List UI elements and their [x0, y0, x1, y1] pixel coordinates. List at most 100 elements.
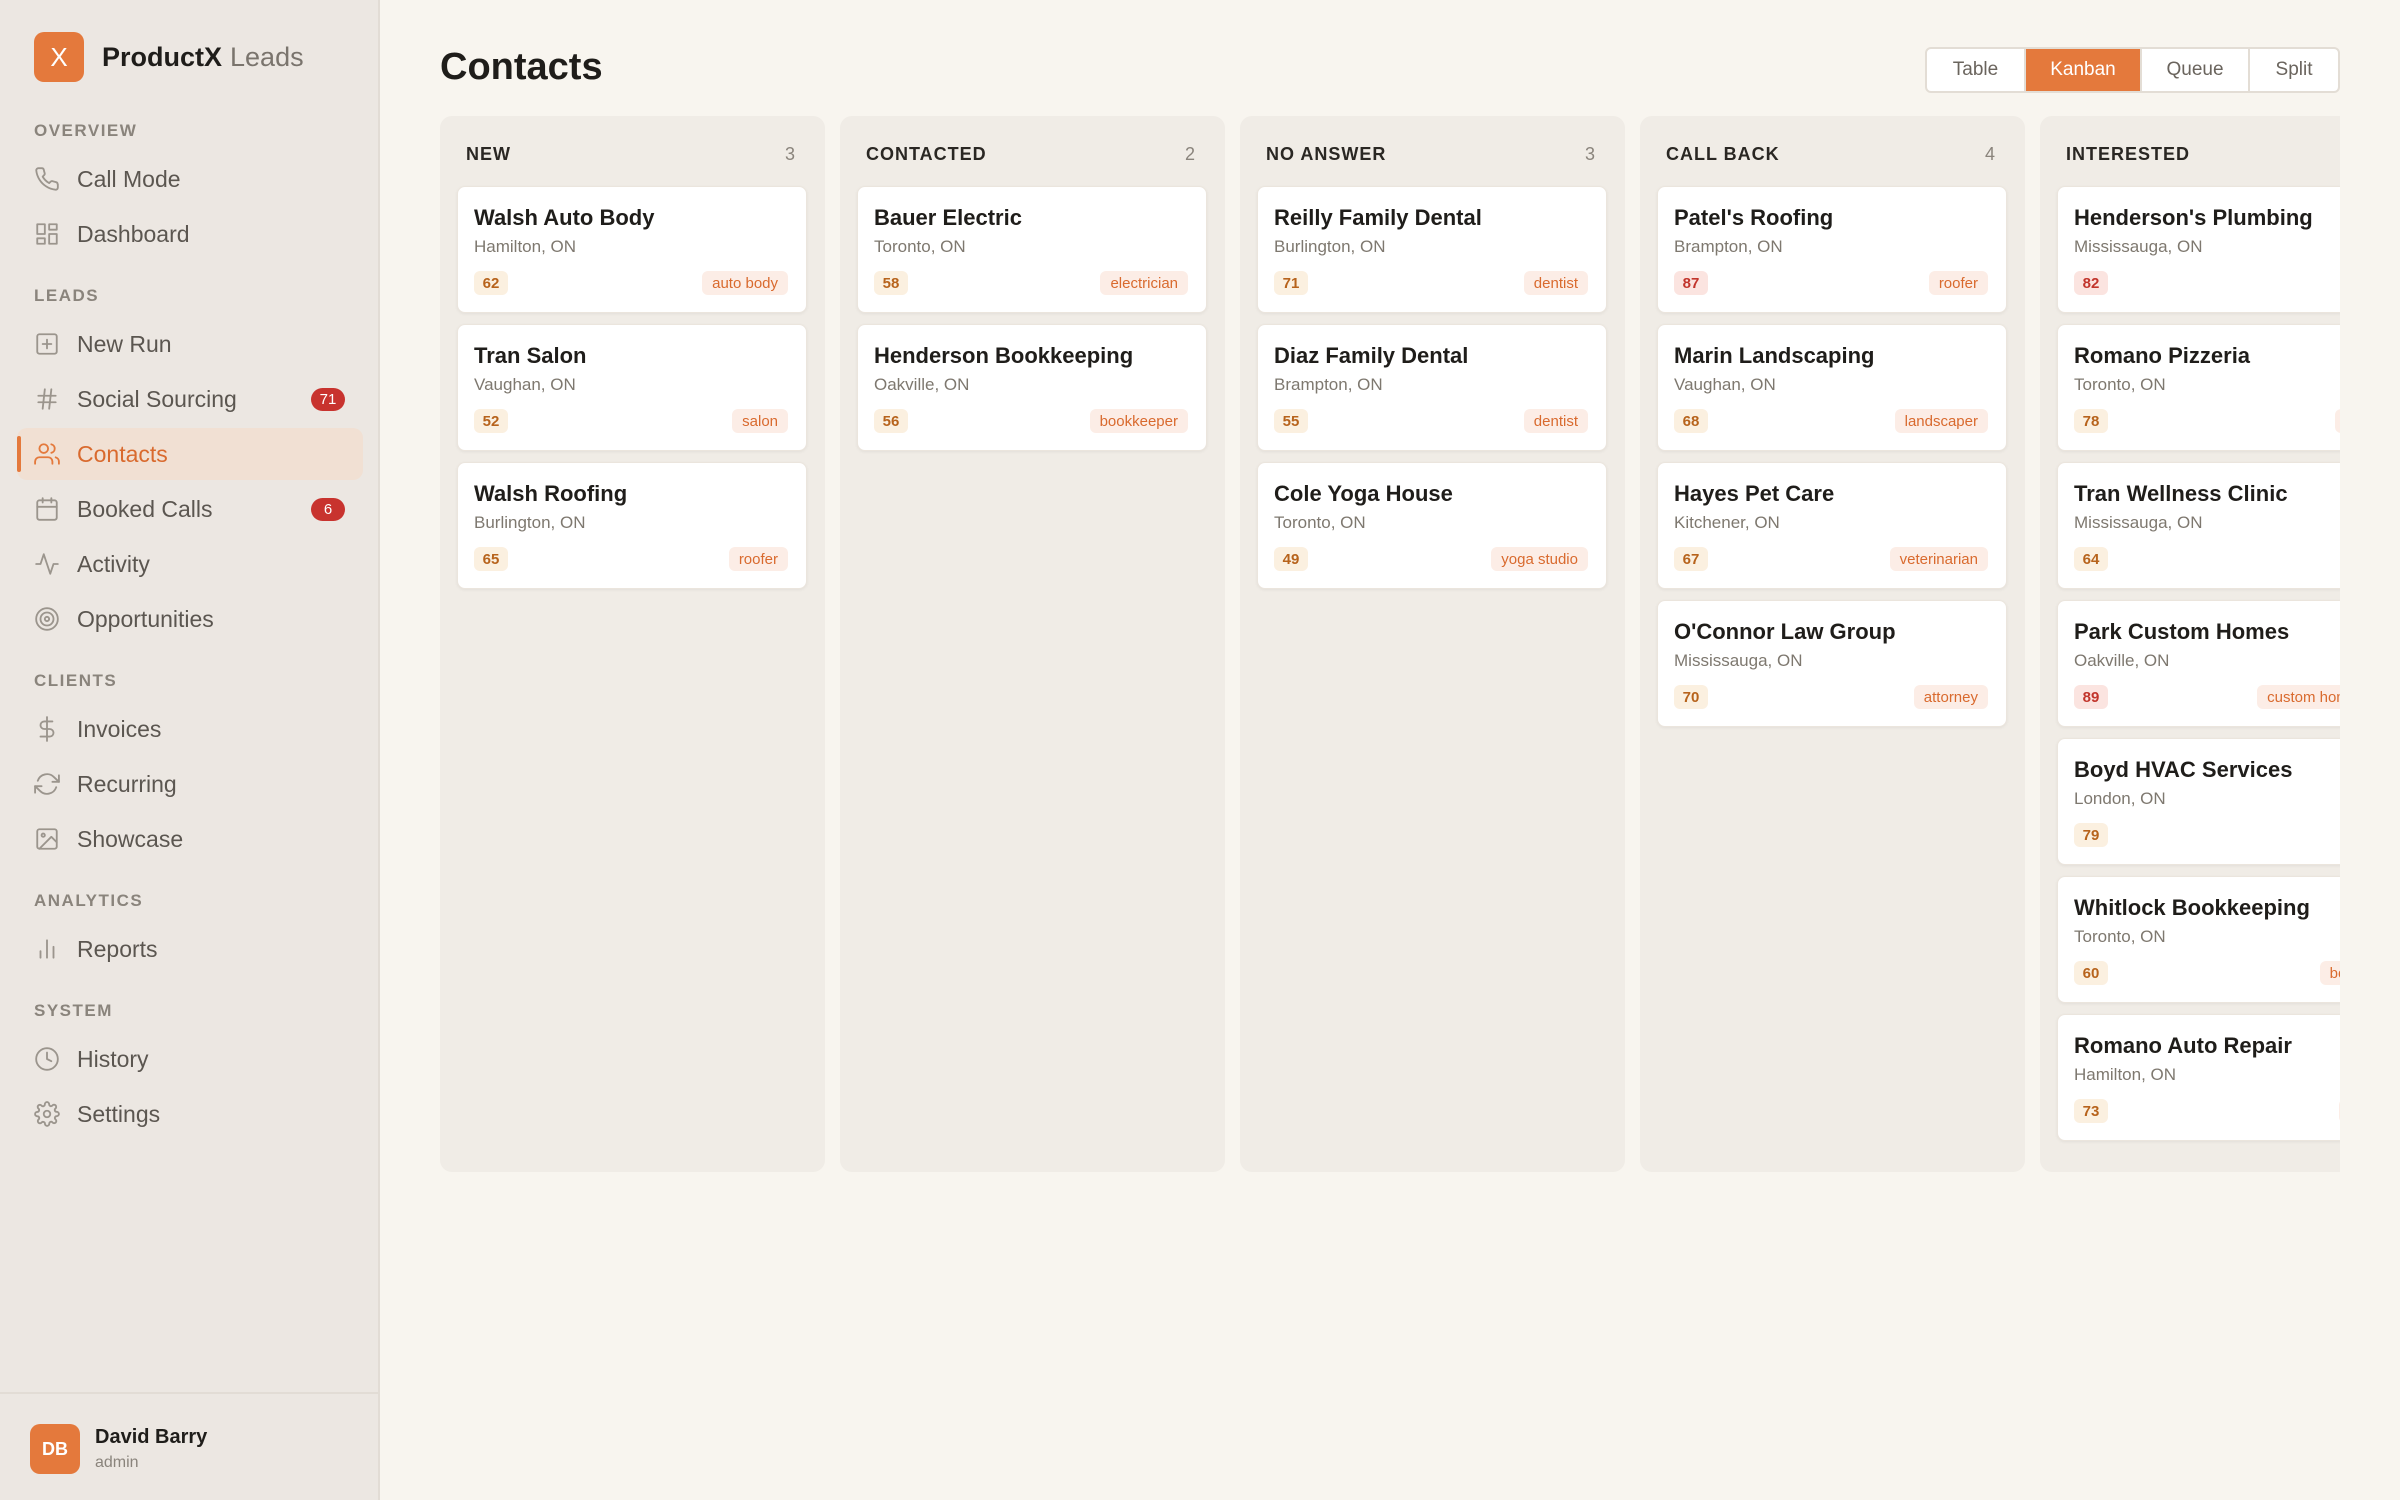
- lead-card[interactable]: Marin Landscaping Vaughan, ON 68 landscaper: [1657, 324, 2007, 451]
- lead-name: Walsh Auto Body: [474, 205, 655, 230]
- refresh-icon: [34, 771, 60, 797]
- lead-name: Diaz Family Dental: [1274, 343, 1469, 368]
- brand[interactable]: X ProductX Leads: [34, 32, 304, 82]
- logo-icon: X: [34, 32, 84, 82]
- kanban-column-new: NEW 3 Walsh Auto Body Hamilton, ON 62 auto bo…: [440, 116, 825, 1172]
- lead-card[interactable]: Park Custom Homes Oakville, ON 89 custom ho…: [2057, 600, 2340, 727]
- page-title: Contacts: [440, 46, 603, 88]
- sidebar-item-label: Contacts: [77, 440, 168, 467]
- sidebar-item-showcase[interactable]: Showcase: [17, 813, 363, 865]
- sidebar-item-recurring[interactable]: Recurring: [17, 758, 363, 810]
- kanban-column-contacted: CONTACTED 2 Bauer Electric Toronto, ON 58 ele…: [840, 116, 1225, 1172]
- phone-icon: [34, 166, 60, 192]
- lead-card[interactable]: Romano Auto Repair Hamilton, ON 73 auto: [2057, 1014, 2340, 1141]
- lead-card[interactable]: Reilly Family Dental Burlington, ON 71 dent…: [1257, 186, 1607, 313]
- lead-card[interactable]: Romano Pizzeria Toronto, ON 78 resta: [2057, 324, 2340, 451]
- sidebar-item-settings[interactable]: Settings: [17, 1088, 363, 1140]
- sidebar-item-label: Invoices: [77, 715, 162, 742]
- lead-category-tag: electrician: [1100, 271, 1188, 295]
- sidebar-item-contacts[interactable]: Contacts: [17, 428, 363, 480]
- lead-category-tag: roofer: [728, 547, 788, 571]
- user-name: David Barry: [95, 1426, 208, 1448]
- sidebar-item-label: Booked Calls: [77, 495, 213, 522]
- lead-name: Romano Pizzeria: [2074, 343, 2251, 368]
- lead-name: Park Custom Homes: [2074, 619, 2290, 644]
- view-queue-button[interactable]: Queue: [2142, 49, 2250, 91]
- lead-category-tag: veterinarian: [1889, 547, 1988, 571]
- lead-category-tag: yoga studio: [1491, 547, 1588, 571]
- sidebar-item-label: New Run: [77, 330, 172, 357]
- lead-card[interactable]: Whitlock Bookkeeping Toronto, ON 60 bookke: [2057, 876, 2340, 1003]
- bar-chart-icon: [34, 936, 60, 962]
- user-profile[interactable]: DB David Barry admin: [0, 1392, 378, 1500]
- sidebar-item-reports[interactable]: Reports: [17, 923, 363, 975]
- lead-location: Brampton, ON: [1274, 375, 1383, 394]
- lead-name: Bauer Electric: [874, 205, 1022, 230]
- calendar-icon: [34, 496, 60, 522]
- view-switcher: Table Kanban Queue Split: [1925, 47, 2340, 93]
- lead-category-tag: auto: [2338, 1099, 2340, 1123]
- lead-name: Walsh Roofing: [474, 481, 628, 506]
- lead-location: Hamilton, ON: [474, 237, 577, 256]
- hash-icon: [34, 386, 60, 412]
- lead-card[interactable]: Hayes Pet Care Kitchener, ON 67 veterinaria…: [1657, 462, 2007, 589]
- lead-card[interactable]: Tran Wellness ClinicMississauga, ON64wel: [2057, 462, 2340, 589]
- lead-name: Marin Landscaping: [1674, 343, 1875, 368]
- lead-card[interactable]: Henderson's PlumbingMississauga, ON82plu: [2057, 186, 2340, 313]
- column-header: NEW 3: [466, 144, 795, 165]
- count-badge: 6: [311, 498, 345, 521]
- lead-location: Toronto, ON: [874, 237, 966, 256]
- lead-card[interactable]: Patel's Roofing Brampton, ON 87 roofer: [1657, 186, 2007, 313]
- plus-square-icon: [34, 331, 60, 357]
- lead-name: Boyd HVAC Services: [2074, 757, 2293, 782]
- lead-location: Oakville, ON: [2074, 651, 2170, 670]
- lead-card[interactable]: O'Connor Law Group Mississauga, ON 70 attor…: [1657, 600, 2007, 727]
- lead-card[interactable]: Walsh Roofing Burlington, ON 65 roofer: [457, 462, 807, 589]
- image-icon: [34, 826, 60, 852]
- lead-name: Patel's Roofing: [1674, 205, 1834, 230]
- lead-category-tag: bookkeeper: [1089, 409, 1188, 433]
- sidebar-item-new-run[interactable]: New Run: [17, 318, 363, 370]
- lead-category-tag: attorney: [1913, 685, 1988, 709]
- lead-score-badge: 58: [874, 271, 908, 295]
- lead-card[interactable]: Boyd HVAC Services London, ON 79: [2057, 738, 2340, 865]
- lead-location: London, ON: [2074, 789, 2166, 808]
- lead-score-badge: 78: [2074, 409, 2108, 433]
- lead-location: Mississauga, ON: [2074, 237, 2203, 256]
- lead-card[interactable]: Diaz Family Dental Brampton, ON 55 dentist: [1257, 324, 1607, 451]
- lead-location: Vaughan, ON: [1674, 375, 1776, 394]
- lead-location: Toronto, ON: [1274, 513, 1366, 532]
- lead-location: Vaughan, ON: [474, 375, 576, 394]
- sidebar-item-social-sourcing[interactable]: Social Sourcing 71: [17, 373, 363, 425]
- lead-card[interactable]: Cole Yoga House Toronto, ON 49 yoga studio: [1257, 462, 1607, 589]
- sidebar-item-dashboard[interactable]: Dashboard: [17, 208, 363, 260]
- lead-card[interactable]: Tran Salon Vaughan, ON 52 salon: [457, 324, 807, 451]
- lead-category-tag: custom home bu: [2257, 685, 2340, 709]
- sidebar-item-booked-calls[interactable]: Booked Calls 6: [17, 483, 363, 535]
- app-subtitle: Leads: [230, 41, 304, 72]
- sidebar-item-invoices[interactable]: Invoices: [17, 703, 363, 755]
- lead-card[interactable]: Bauer Electric Toronto, ON 58 electrician: [857, 186, 1207, 313]
- lead-location: Oakville, ON: [874, 375, 970, 394]
- sidebar-item-history[interactable]: History: [17, 1033, 363, 1085]
- view-table-button[interactable]: Table: [1927, 49, 2026, 91]
- column-title: INTERESTED: [2066, 144, 2191, 164]
- lead-score-badge: 70: [1674, 685, 1708, 709]
- sidebar-item-label: Activity: [77, 550, 150, 577]
- view-kanban-button[interactable]: Kanban: [2026, 49, 2142, 91]
- lead-location: Mississauga, ON: [2074, 513, 2203, 532]
- column-count: 3: [1584, 144, 1595, 164]
- gear-icon: [34, 1101, 60, 1127]
- user-role: admin: [95, 1454, 139, 1471]
- lead-score-badge: 79: [2074, 823, 2108, 847]
- column-count: 4: [1984, 144, 1995, 164]
- lead-name: Tran Wellness Clinic: [2074, 481, 2288, 506]
- lead-card[interactable]: Walsh Auto Body Hamilton, ON 62 auto body: [457, 186, 807, 313]
- sidebar-item-activity[interactable]: Activity: [17, 538, 363, 590]
- lead-location: Toronto, ON: [2074, 375, 2166, 394]
- lead-score-badge: 49: [1274, 547, 1308, 571]
- view-split-button[interactable]: Split: [2250, 49, 2338, 91]
- sidebar-item-call-mode[interactable]: Call Mode: [17, 153, 363, 205]
- lead-card[interactable]: Henderson Bookkeeping Oakville, ON 56 bookk…: [857, 324, 1207, 451]
- sidebar-item-opportunities[interactable]: Opportunities: [17, 593, 363, 645]
